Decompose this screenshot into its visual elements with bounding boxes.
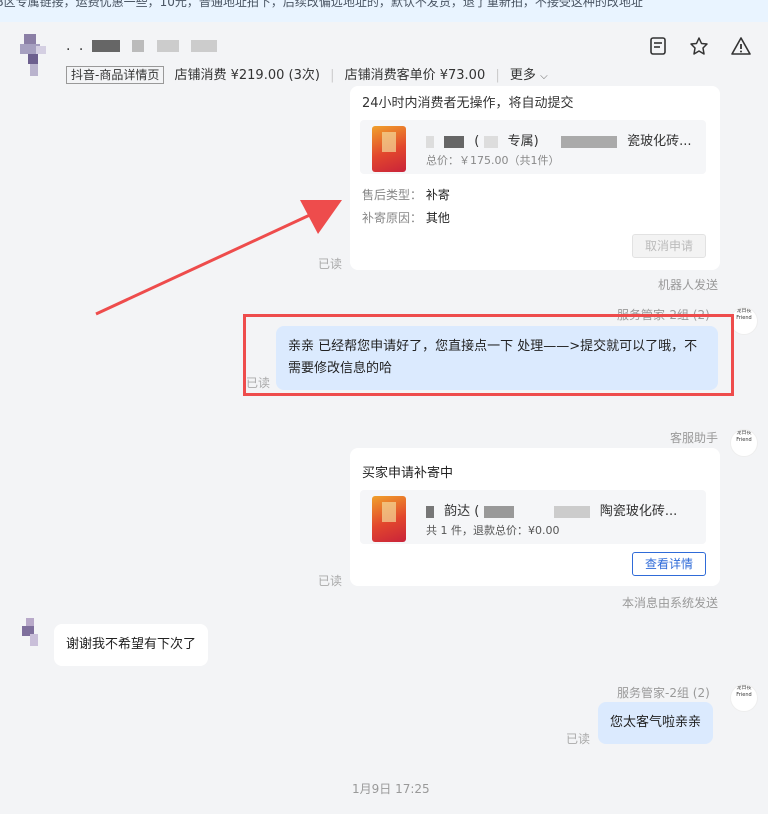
product-block[interactable]: ( 专属) 瓷玻化砖... 总价：￥175.00（共1件） [360,120,706,174]
redacted-block [156,40,179,52]
divider: | [330,68,335,83]
after-sale-type: 售后类型： 补寄 [362,188,450,202]
notice-text: 8区专属链接，运费优惠一些，10元，普通地址拍下，后续改偏远地址的，默认不发货，… [0,0,643,9]
redacted-block [426,135,434,148]
avg-price: 店铺消费客单价 ¥73.00 [344,68,486,83]
agent-name: 服务管家-2组 (2) [617,686,710,700]
reissue-card: 买家申请补寄中 韵达 ( 陶瓷玻化砖... 共 1 件，退款总价：¥0.00 查… [350,448,720,586]
product-thumbnail [372,496,406,542]
reissue-summary: 共 1 件，退款总价：¥0.00 [426,524,560,537]
timestamp: 1月9日 17:25 [352,782,430,796]
redacted-block [91,40,120,52]
reissue-title: 买家申请补寄中 [362,466,454,481]
star-icon[interactable] [689,36,711,58]
sender-note: 机器人发送 [658,278,719,292]
read-status: 已读 [318,574,343,588]
agent-message: 您太客气啦亲亲 [598,702,714,744]
agent-avatar[interactable]: 宠日夜 Friend [730,429,758,457]
note-icon[interactable] [648,36,670,58]
source-tag: 抖音-商品详情页 [66,66,165,84]
notice-bar: 8区专属链接，运费优惠一些，10元，普通地址拍下，后续改偏远地址的，默认不发货，… [0,0,768,22]
sender-note: 本消息由系统发送 [622,596,719,610]
read-status: 已读 [566,732,591,746]
store-spend: 店铺消费 ¥219.00 (3次) [174,68,320,83]
auto-submit-text: 24小时内消费者无操作，将自动提交 [362,96,574,111]
redacted-block [426,505,434,518]
chat-header: . . 抖音-商品详情页 店铺消费 ¥219.00 (3次) | 店铺消费客单价… [0,22,768,90]
product-title: ( 专属) 瓷玻化砖... [426,130,692,149]
agent-avatar[interactable]: 宠日夜 Friend [730,684,758,712]
header-actions [634,36,752,60]
product-total: 总价：￥175.00（共1件） [426,154,560,167]
redacted-block [553,505,590,518]
redacted-block [191,40,218,52]
chevron-down-icon: ⌵ [540,71,548,82]
agent-avatar[interactable]: 宠日夜 Friend [730,307,758,335]
customer-meta: 抖音-商品详情页 店铺消费 ¥219.00 (3次) | 店铺消费客单价 ¥73… [66,64,548,84]
product-thumbnail [372,126,406,172]
customer-name: . . [66,38,223,54]
more-button[interactable]: 更多 ⌵ [510,68,548,83]
redacted-block [483,135,498,148]
redacted-block [444,135,465,148]
agent-message: 亲亲 已经帮您申请好了，您直接点一下 处理——>提交就可以了哦，不需要修改信息的… [276,326,718,390]
customer-avatar[interactable] [18,34,50,78]
annotation-arrow [95,200,342,316]
after-sale-card: 24小时内消费者无操作，将自动提交 ( 专属) 瓷玻化砖... 总价：￥175.… [350,86,720,270]
redacted-block [561,135,617,148]
read-status: 已读 [246,376,271,390]
divider: | [495,68,500,83]
redacted-block [483,505,514,518]
reissue-reason: 补寄原因： 其他 [362,211,450,225]
view-details-button[interactable]: 查看详情 [632,552,706,576]
product-block[interactable]: 韵达 ( 陶瓷玻化砖... 共 1 件，退款总价：¥0.00 [360,490,706,544]
redacted-block [132,40,145,52]
customer-avatar[interactable] [18,618,44,648]
product-title: 韵达 ( 陶瓷玻化砖... [426,500,677,519]
warning-icon[interactable] [730,36,752,58]
cancel-request-button[interactable]: 取消申请 [632,234,706,258]
agent-name: 客服助手 [670,431,719,445]
customer-message: 谢谢我不希望有下次了 [54,624,209,666]
